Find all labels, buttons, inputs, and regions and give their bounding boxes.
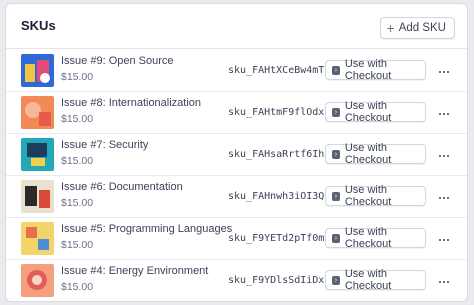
sku-id: sku_F9YETd2pTf0mvN bbox=[228, 233, 337, 244]
checkout-label: Use with Checkout bbox=[344, 268, 392, 292]
sku-row[interactable]: Issue #7: Security $15.00 sku_FAHsaRrtf6… bbox=[6, 134, 467, 176]
more-options-icon[interactable] bbox=[438, 274, 450, 288]
product-thumbnail bbox=[21, 138, 54, 171]
checkout-icon: › bbox=[332, 65, 340, 75]
use-with-checkout-button[interactable]: › Use with Checkout bbox=[325, 226, 426, 250]
more-options-icon[interactable] bbox=[438, 64, 450, 78]
use-with-checkout-button[interactable]: › Use with Checkout bbox=[325, 268, 426, 292]
checkout-icon: › bbox=[332, 275, 340, 285]
more-options-icon[interactable] bbox=[438, 190, 450, 204]
sku-row[interactable]: Issue #9: Open Source $15.00 sku_FAHtXCe… bbox=[6, 50, 467, 92]
use-with-checkout-button[interactable]: › Use with Checkout bbox=[325, 100, 426, 124]
checkout-icon: › bbox=[332, 191, 340, 201]
checkout-icon: › bbox=[332, 233, 340, 243]
checkout-icon: › bbox=[332, 107, 340, 117]
product-thumbnail bbox=[21, 54, 54, 87]
sku-row[interactable]: Issue #5: Programming Languages $15.00 s… bbox=[6, 218, 467, 260]
sku-name: Issue #4: Energy Environment bbox=[61, 265, 209, 277]
more-options-icon[interactable] bbox=[438, 232, 450, 246]
product-thumbnail bbox=[21, 96, 54, 129]
sku-row[interactable]: Issue #4: Energy Environment $15.00 sku_… bbox=[6, 260, 467, 301]
sku-price: $15.00 bbox=[61, 113, 94, 125]
sku-price: $15.00 bbox=[61, 71, 94, 83]
sku-row[interactable]: Issue #8: Internationalization $15.00 sk… bbox=[6, 92, 467, 134]
checkout-label: Use with Checkout bbox=[344, 100, 392, 124]
sku-id: sku_FAHsaRrtf6IhdY bbox=[228, 149, 337, 160]
sku-id: sku_F9YDlsSdIiDxQe bbox=[228, 275, 337, 286]
use-with-checkout-button[interactable]: › Use with Checkout bbox=[325, 184, 426, 208]
checkout-label: Use with Checkout bbox=[344, 184, 392, 208]
sku-price: $15.00 bbox=[61, 281, 94, 293]
skus-card: SKUs + Add SKU Issue #9: Open Source $15… bbox=[5, 3, 468, 302]
plus-icon: + bbox=[386, 19, 395, 36]
checkout-label: Use with Checkout bbox=[344, 142, 392, 166]
product-thumbnail bbox=[21, 264, 54, 297]
sku-price: $15.00 bbox=[61, 239, 94, 251]
sku-id: sku_FAHtmF9flOdxj1 bbox=[228, 107, 337, 118]
sku-row[interactable]: Issue #6: Documentation $15.00 sku_FAHnw… bbox=[6, 176, 467, 218]
sku-name: Issue #7: Security bbox=[61, 139, 149, 151]
more-options-icon[interactable] bbox=[438, 148, 450, 162]
section-title: SKUs bbox=[21, 18, 56, 33]
sku-name: Issue #5: Programming Languages bbox=[61, 223, 233, 235]
product-thumbnail bbox=[21, 222, 54, 255]
checkout-label: Use with Checkout bbox=[344, 226, 392, 250]
more-options-icon[interactable] bbox=[438, 106, 450, 120]
checkout-label: Use with Checkout bbox=[344, 58, 392, 82]
use-with-checkout-button[interactable]: › Use with Checkout bbox=[325, 58, 426, 82]
sku-id: sku_FAHtXCeBw4mTrH bbox=[228, 65, 337, 76]
product-thumbnail bbox=[21, 180, 54, 213]
add-sku-label: Add SKU bbox=[398, 22, 446, 34]
sku-name: Issue #9: Open Source bbox=[61, 55, 174, 67]
sku-list: Issue #9: Open Source $15.00 sku_FAHtXCe… bbox=[6, 50, 467, 301]
sku-name: Issue #6: Documentation bbox=[61, 181, 183, 193]
card-header: SKUs + Add SKU bbox=[6, 4, 467, 49]
sku-name: Issue #8: Internationalization bbox=[61, 97, 202, 109]
sku-price: $15.00 bbox=[61, 155, 94, 167]
sku-price: $15.00 bbox=[61, 197, 94, 209]
sku-id: sku_FAHnwh3iOI3Qr9 bbox=[228, 191, 337, 202]
checkout-icon: › bbox=[332, 149, 340, 159]
use-with-checkout-button[interactable]: › Use with Checkout bbox=[325, 142, 426, 166]
add-sku-button[interactable]: + Add SKU bbox=[379, 17, 455, 39]
